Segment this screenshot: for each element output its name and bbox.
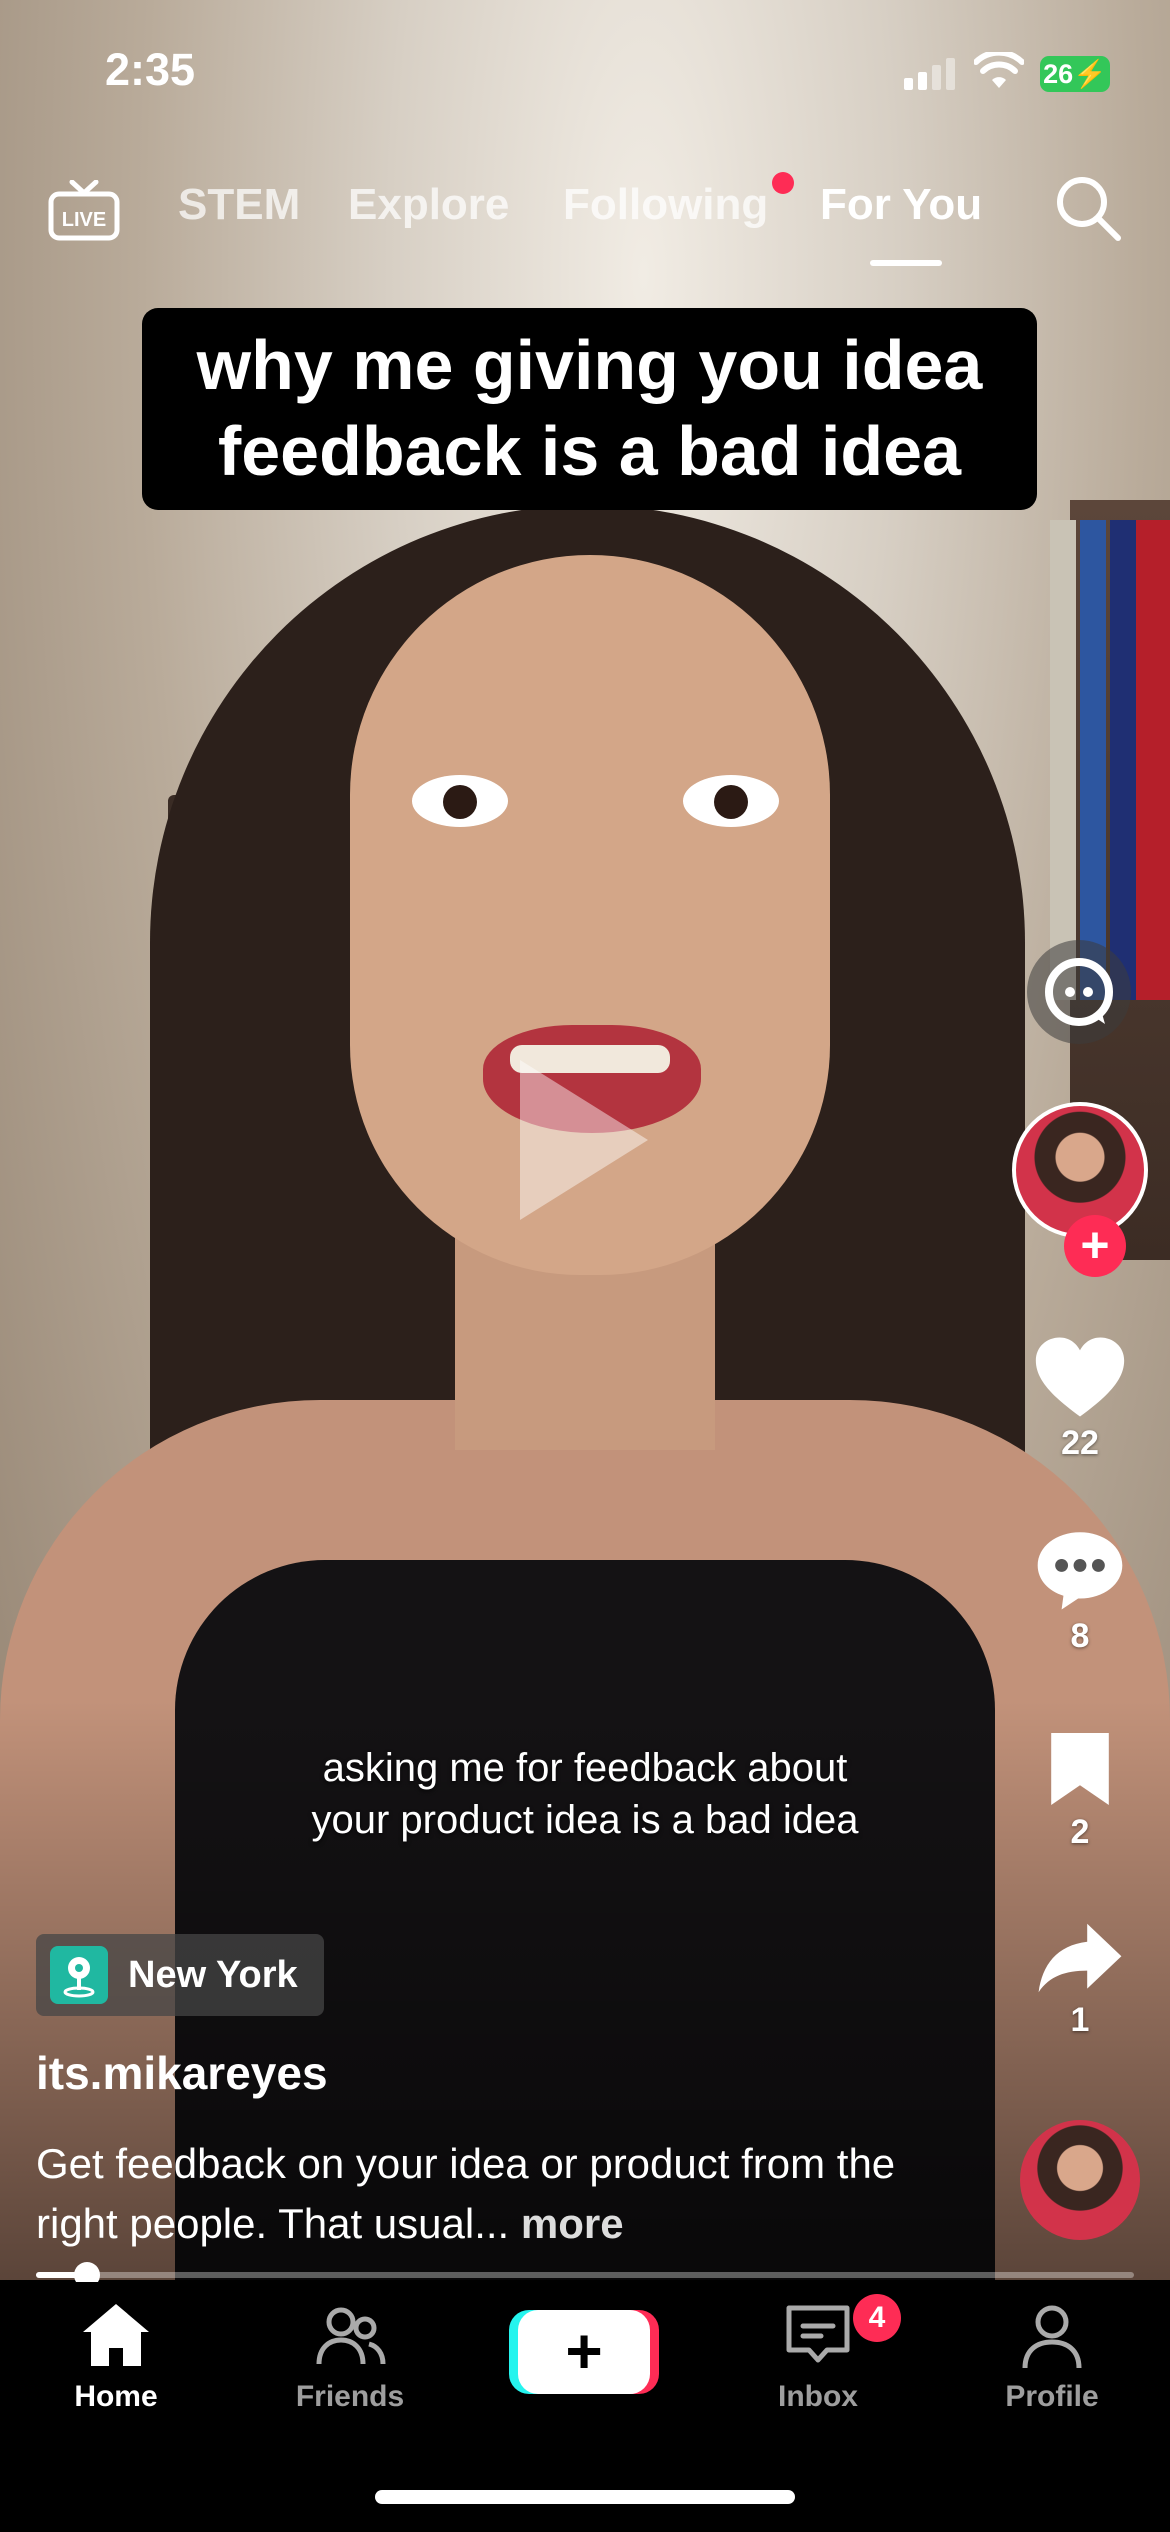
inbox-icon (786, 2305, 850, 2363)
tab-for-you[interactable]: For You (820, 180, 982, 230)
svg-text:LIVE: LIVE (62, 209, 106, 231)
share-icon (1038, 1923, 1122, 1993)
person-eye (412, 775, 508, 827)
tab-inbox[interactable]: Inbox 4 (718, 2294, 918, 2414)
comment-count: 8 (1070, 1617, 1090, 1655)
live-tv-icon[interactable]: LIVE (48, 180, 120, 242)
profile-icon (1022, 2305, 1082, 2369)
inbox-badge: 4 (853, 2294, 901, 2342)
tab-friends[interactable]: Friends (250, 2298, 450, 2414)
friends-icon (316, 2307, 386, 2365)
tab-home[interactable]: Home (16, 2298, 216, 2414)
home-icon (83, 2304, 149, 2366)
tab-explore[interactable]: Explore (348, 180, 509, 230)
like-count: 22 (1061, 1424, 1099, 1462)
heart-icon (1035, 1337, 1125, 1417)
follow-button[interactable]: + (1064, 1215, 1126, 1277)
cellular-signal-icon (904, 58, 960, 90)
location-pin-icon (50, 1946, 108, 2004)
bookmark-count: 2 (1070, 1813, 1090, 1851)
bookmark-button[interactable]: 2 (1020, 1730, 1140, 1852)
create-button[interactable]: + (518, 2310, 650, 2394)
top-navigation: LIVE STEM Explore Following For You (0, 172, 1170, 272)
battery-indicator: 26⚡ (1040, 56, 1110, 92)
video-caption: asking me for feedback about your produc… (311, 1746, 859, 1842)
status-time: 2:35 (105, 44, 196, 95)
ai-chat-icon[interactable] (1027, 940, 1131, 1044)
plus-icon: + (565, 2315, 603, 2387)
person-eye (683, 775, 779, 827)
tab-stem[interactable]: STEM (178, 180, 300, 230)
sound-disc-avatar[interactable] (1020, 2120, 1140, 2240)
book (1080, 520, 1106, 1000)
book (1136, 520, 1170, 1000)
following-notification-dot (772, 172, 794, 194)
video-description[interactable]: Get feedback on your idea or product fro… (36, 2134, 916, 2254)
video-progress-bar[interactable] (36, 2262, 1134, 2288)
like-button[interactable]: 22 (1020, 1335, 1140, 1463)
video-text-overlay: why me giving you idea feedback is a bad… (142, 308, 1037, 510)
tab-following[interactable]: Following (563, 180, 768, 230)
book (1110, 520, 1136, 1000)
tab-profile[interactable]: Profile (952, 2298, 1152, 2414)
comment-button[interactable]: 8 (1020, 1528, 1140, 1656)
book (1050, 520, 1076, 1000)
more-link[interactable]: more (521, 2200, 624, 2247)
location-tag[interactable]: New York (36, 1934, 324, 2016)
search-icon[interactable] (1052, 172, 1124, 244)
share-count: 1 (1070, 2001, 1090, 2039)
wifi-icon (974, 52, 1024, 88)
active-tab-indicator (870, 260, 942, 266)
home-indicator (375, 2490, 795, 2504)
share-button[interactable]: 1 (1020, 1920, 1140, 2040)
bookmark-icon (1051, 1733, 1109, 1805)
comment-icon (1037, 1532, 1123, 1610)
play-icon[interactable] (520, 1060, 648, 1220)
location-name: New York (128, 1953, 298, 1996)
creator-username[interactable]: its.mikareyes (36, 2046, 328, 2100)
